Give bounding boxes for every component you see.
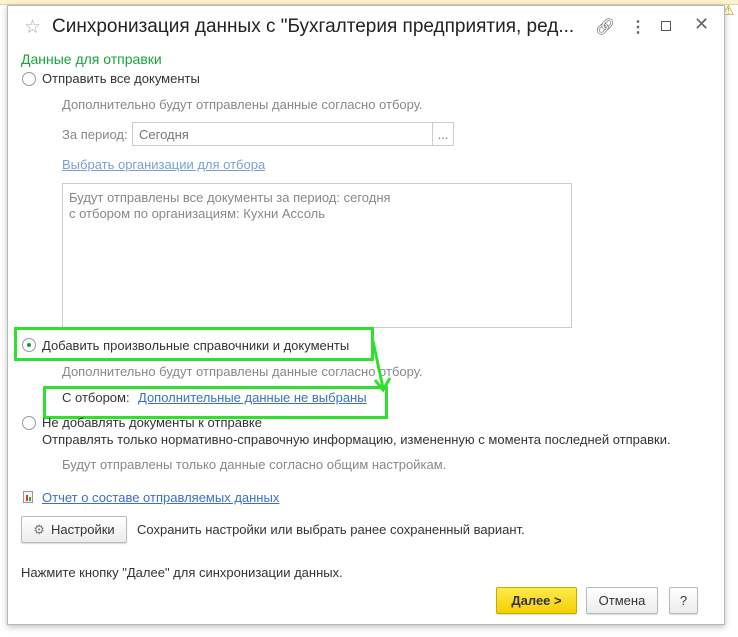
radio-custom-label[interactable]: Добавить произвольные справочники и доку… bbox=[42, 338, 349, 353]
radio-custom[interactable] bbox=[22, 338, 36, 352]
radio-send-all-label[interactable]: Отправить все документы bbox=[42, 71, 200, 86]
period-input[interactable]: Сегодня bbox=[132, 122, 433, 146]
filter-label: С отбором: bbox=[62, 390, 130, 405]
summary-textarea[interactable]: Будут отправлены все документы за период… bbox=[62, 183, 572, 328]
settings-button-label: Настройки bbox=[50, 522, 115, 537]
summary-line: Будут отправлены все документы за период… bbox=[69, 190, 391, 205]
highlight-arrow bbox=[371, 340, 392, 393]
radio-send-all[interactable] bbox=[22, 72, 36, 86]
radio-none[interactable] bbox=[22, 416, 36, 430]
filter-link[interactable]: Дополнительные данные не выбраны bbox=[138, 390, 367, 405]
footer-hint: Нажмите кнопку "Далее" для синхронизации… bbox=[21, 565, 343, 580]
none-description: Отправлять только нормативно-справочную … bbox=[42, 432, 671, 447]
report-icon bbox=[23, 491, 33, 503]
summary-line: с отбором по организациям: Кухни Ассоль bbox=[69, 206, 326, 221]
select-organizations-link[interactable]: Выбрать организации для отбора bbox=[62, 157, 265, 172]
settings-button[interactable]: ⚙ Настройки bbox=[21, 516, 127, 543]
report-link[interactable]: Отчет о составе отправляемых данных bbox=[42, 490, 279, 505]
none-note: Будут отправлены только данные согласно … bbox=[62, 457, 447, 472]
radio-none-label[interactable]: Не добавлять документы к отправке bbox=[42, 415, 262, 430]
dialog-title: Синхронизация данных с "Бухгалтерия пред… bbox=[52, 16, 575, 37]
maximize-icon[interactable] bbox=[661, 21, 671, 31]
gear-icon: ⚙ bbox=[33, 522, 45, 537]
next-button[interactable]: Далее > bbox=[496, 587, 577, 614]
section-title: Данные для отправки bbox=[21, 51, 162, 67]
cancel-button[interactable]: Отмена bbox=[586, 587, 658, 614]
period-select-button[interactable]: ... bbox=[432, 122, 454, 146]
close-icon[interactable]: ✕ bbox=[694, 14, 709, 35]
settings-description: Сохранить настройки или выбрать ранее со… bbox=[137, 522, 525, 537]
period-label: За период: bbox=[62, 127, 128, 142]
link-icon[interactable]: 🔗︎ bbox=[595, 17, 615, 37]
help-button[interactable]: ? bbox=[669, 587, 698, 614]
star-icon[interactable]: ☆ bbox=[24, 16, 41, 39]
sync-dialog: ☆ Синхронизация данных с "Бухгалтерия пр… bbox=[7, 5, 725, 625]
send-all-note: Дополнительно будут отправлены данные со… bbox=[62, 97, 423, 112]
more-icon[interactable]: ⋮ bbox=[630, 17, 646, 37]
